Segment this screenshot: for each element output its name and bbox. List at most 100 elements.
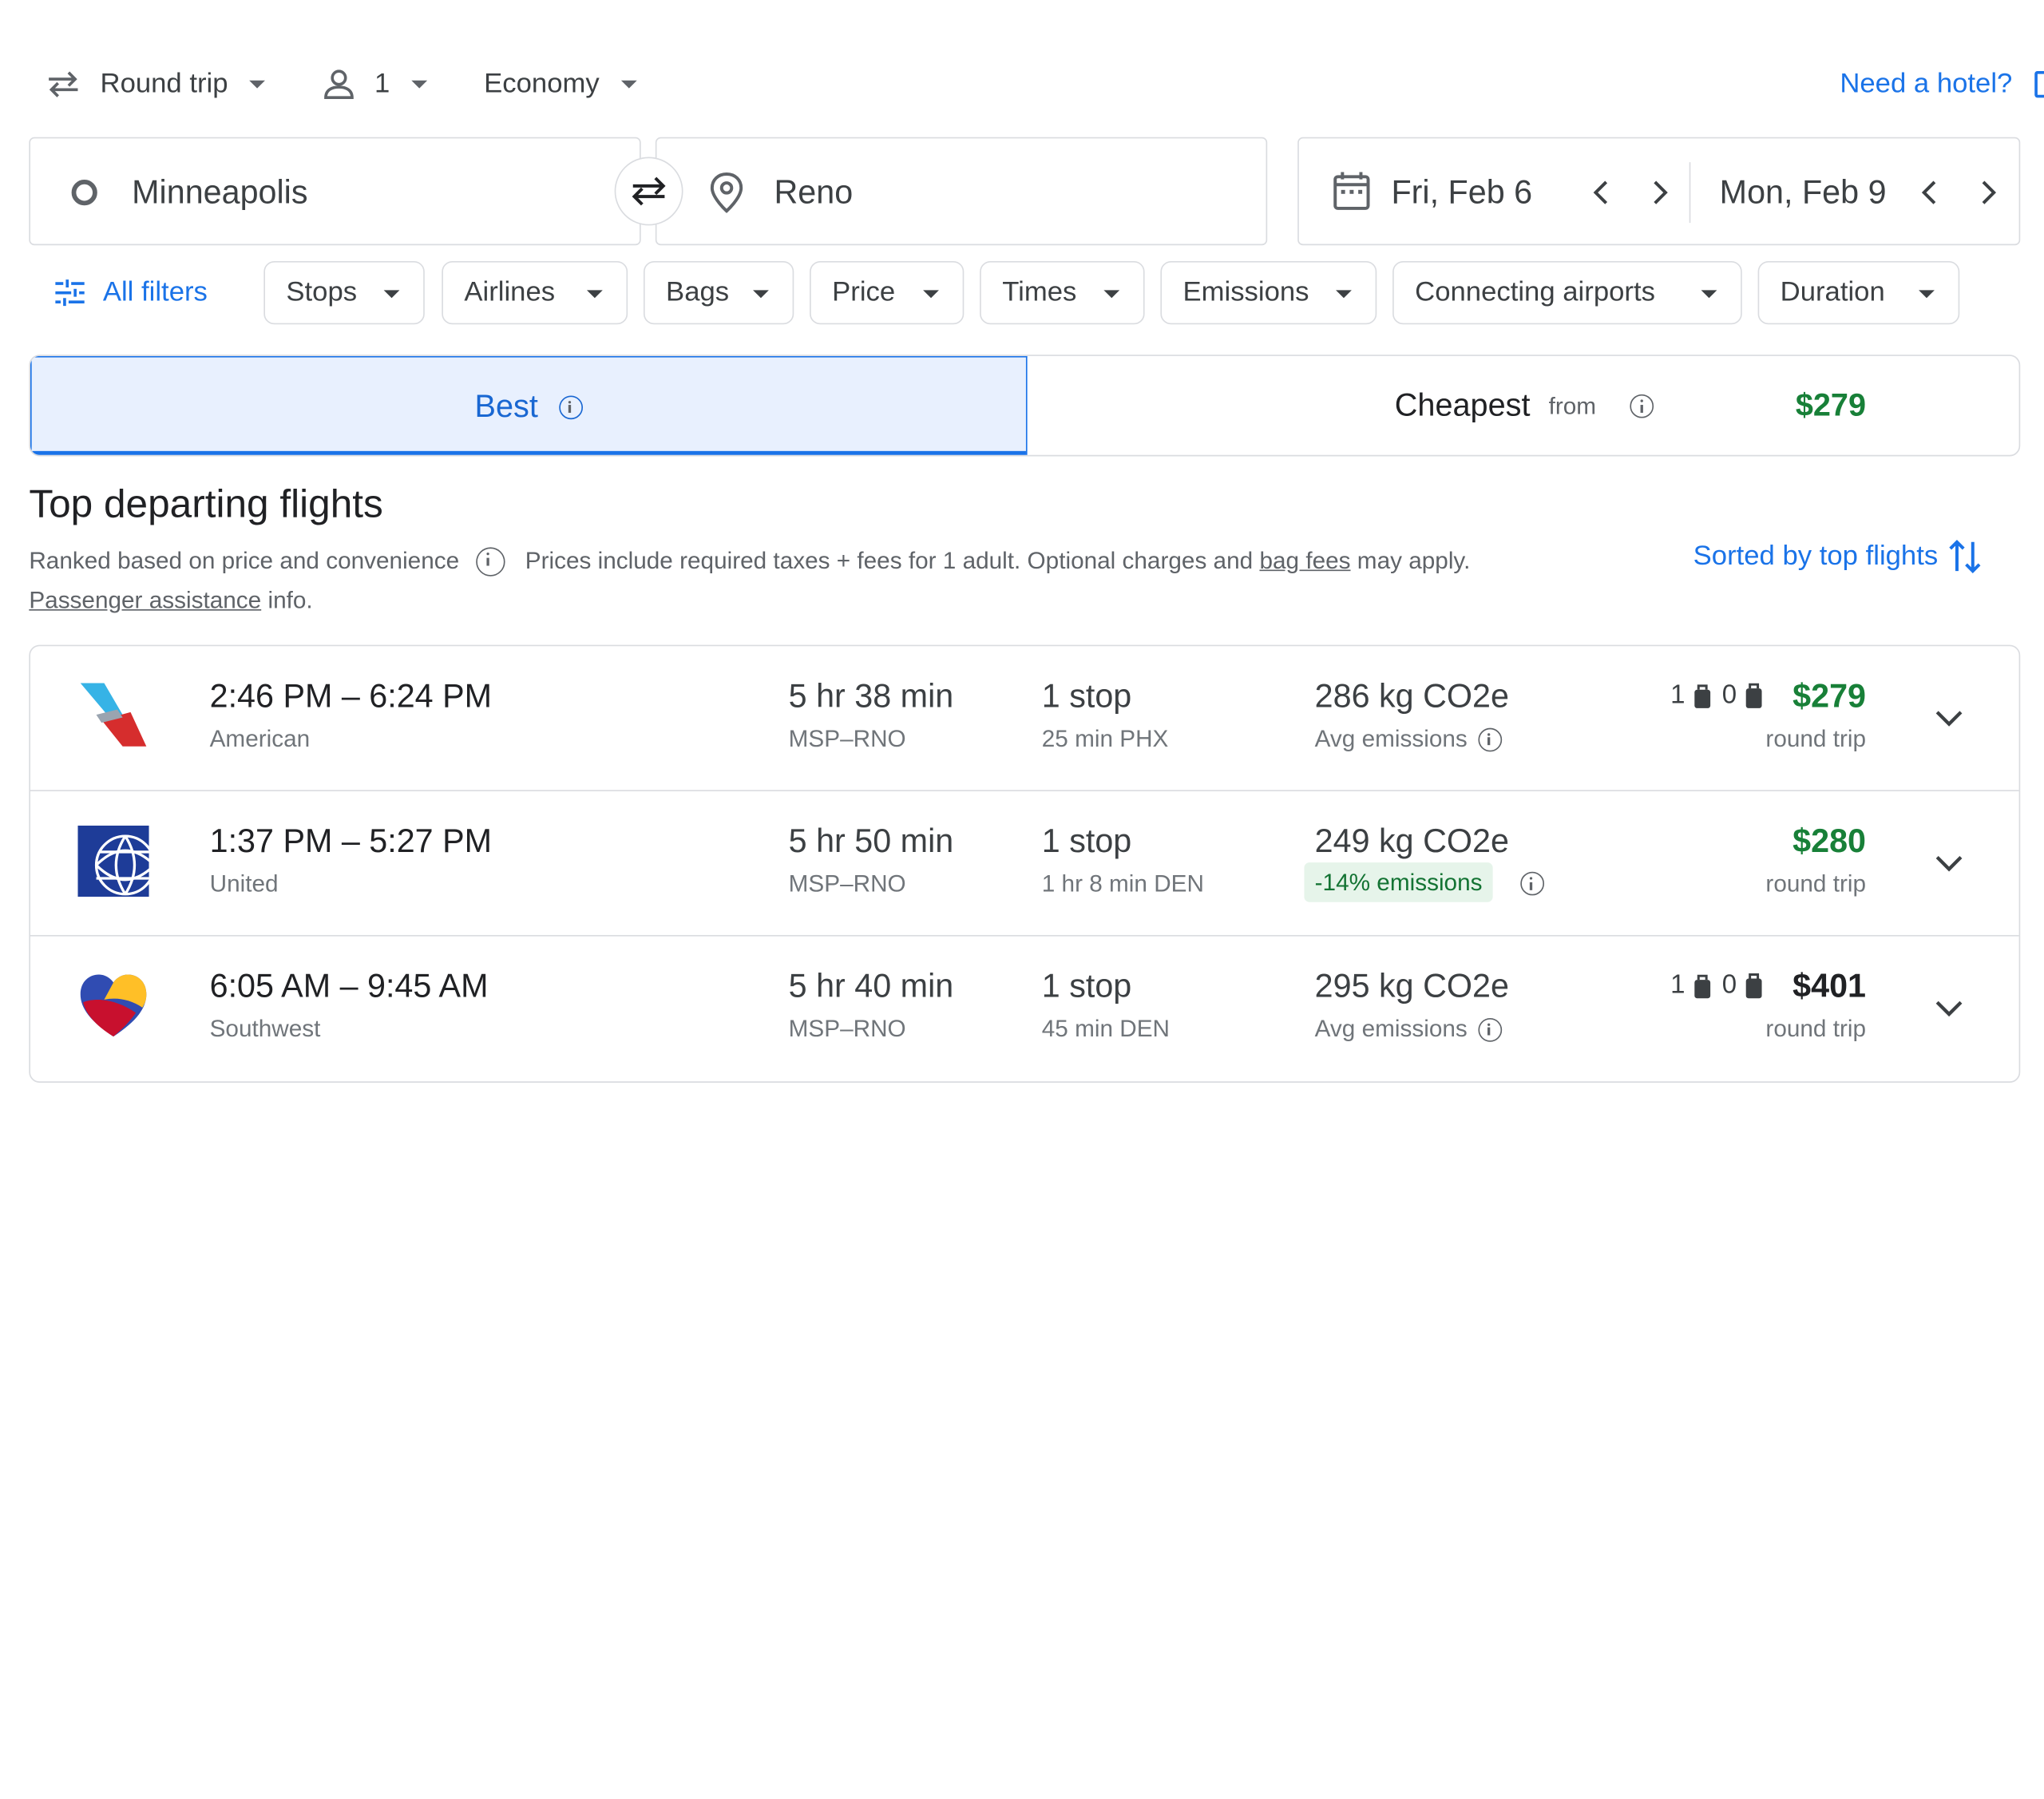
- sort-tabs: Best Cheapest from $279: [29, 355, 2021, 457]
- tab-best-label: Best: [474, 388, 538, 424]
- expand-flight-button[interactable]: [1929, 989, 1969, 1029]
- filter-price[interactable]: Price: [810, 261, 965, 325]
- flight-row[interactable]: 6:05 AM – 9:45 AM Southwest 5 hr 40 min …: [30, 937, 2019, 1082]
- chevron-down-icon: [410, 80, 427, 89]
- info-icon[interactable]: [1630, 394, 1654, 418]
- origin-field[interactable]: Minneapolis: [29, 137, 641, 246]
- flight-times: 1:37 PM – 5:27 PM: [209, 822, 493, 860]
- passenger-assistance-link[interactable]: Passenger assistance: [29, 587, 261, 613]
- baggage-info: 1 0: [1670, 680, 1763, 711]
- cabin-class-select[interactable]: Economy: [484, 58, 636, 111]
- flight-route: MSP–RNO: [788, 725, 906, 752]
- flight-stops: 1 stop: [1041, 677, 1132, 715]
- chevron-left-icon[interactable]: [1917, 176, 1943, 208]
- flight-price: $279: [1792, 677, 1867, 715]
- trip-type-label: round trip: [1765, 1015, 1867, 1042]
- tab-cheapest[interactable]: Cheapest from $279: [1028, 356, 2019, 455]
- tab-best[interactable]: Best: [30, 355, 1028, 455]
- filter-label: Bags: [666, 276, 730, 307]
- bag-fees-link[interactable]: bag fees: [1259, 547, 1350, 573]
- need-hotel-link[interactable]: Need a hotel?: [1840, 58, 2044, 111]
- depart-date[interactable]: Fri, Feb 6: [1391, 138, 1532, 246]
- trip-type-label: round trip: [1765, 725, 1867, 752]
- ranked-text: Ranked based on price and convenience: [29, 547, 460, 574]
- flight-row[interactable]: 1:37 PM – 5:27 PM United 5 hr 50 min MSP…: [30, 791, 2019, 937]
- filter-bags[interactable]: Bags: [643, 261, 794, 325]
- american-airlines-logo: [80, 683, 147, 747]
- trip-type-select[interactable]: Round trip: [45, 58, 265, 111]
- person-icon: [324, 69, 354, 100]
- flight-stops: 1 stop: [1041, 968, 1132, 1005]
- co2-amount: 286 kg CO2e: [1314, 677, 1509, 715]
- date-divider: [1689, 162, 1691, 224]
- flight-route: MSP–RNO: [788, 1015, 906, 1042]
- airline-name: Southwest: [209, 1015, 321, 1042]
- filter-airlines[interactable]: Airlines: [442, 261, 628, 325]
- chevron-down-icon: [1919, 290, 1935, 299]
- location-pin-icon: [710, 172, 743, 213]
- sort-button[interactable]: Sorted by top flights: [1693, 536, 1983, 578]
- flight-route: MSP–RNO: [788, 870, 906, 898]
- filter-connecting-airports[interactable]: Connecting airports: [1392, 261, 1742, 325]
- tab-selected-indicator: [31, 450, 1026, 455]
- filter-label: Duration: [1780, 276, 1885, 307]
- flight-duration: 5 hr 38 min: [788, 677, 954, 715]
- chevron-down-icon: [923, 290, 939, 299]
- cabin-class-label: Economy: [484, 68, 600, 99]
- filter-emissions[interactable]: Emissions: [1160, 261, 1377, 325]
- expand-flight-button[interactable]: [1929, 844, 1969, 884]
- chevron-down-icon: [383, 290, 400, 299]
- emissions-text: Avg emissions: [1314, 1015, 1468, 1042]
- filter-label: Connecting airports: [1415, 276, 1655, 307]
- tab-cheapest-price: $279: [1795, 387, 1867, 424]
- flight-times: 6:05 AM – 9:45 AM: [209, 968, 489, 1005]
- checked-bag-icon: [1745, 682, 1762, 708]
- chevron-down-icon: [753, 290, 769, 299]
- chevron-down-icon: [1935, 1001, 1963, 1017]
- chevron-down-icon: [1103, 290, 1120, 299]
- checked-bag-icon: [1745, 973, 1762, 998]
- sort-arrows-icon: [1948, 540, 1980, 573]
- filter-label: Emissions: [1182, 276, 1309, 307]
- southwest-airlines-logo: [80, 974, 147, 1037]
- sort-label: Sorted by top flights: [1693, 541, 1939, 572]
- info-icon[interactable]: [1520, 871, 1545, 896]
- expand-flight-button[interactable]: [1929, 699, 1969, 739]
- chevron-left-icon[interactable]: [1589, 176, 1615, 208]
- co2-amount: 295 kg CO2e: [1314, 968, 1509, 1005]
- flight-duration: 5 hr 40 min: [788, 968, 954, 1005]
- swap-origin-destination-button[interactable]: [614, 157, 683, 226]
- info-icon[interactable]: [1477, 1017, 1502, 1041]
- flight-stops: 1 stop: [1041, 822, 1132, 860]
- info-icon[interactable]: [476, 547, 505, 577]
- passengers-count: 1: [374, 68, 390, 99]
- info-icon[interactable]: [1477, 727, 1502, 751]
- airline-name: American: [209, 725, 311, 752]
- emissions-text: Avg emissions: [1314, 725, 1468, 752]
- filter-times[interactable]: Times: [980, 261, 1145, 325]
- chevron-down-icon: [1336, 290, 1352, 299]
- co2-amount: 249 kg CO2e: [1314, 822, 1509, 860]
- results-heading: Top departing flights: [29, 482, 383, 526]
- carry-on-bag-icon: [1694, 684, 1710, 708]
- open-in-new-icon: [2034, 71, 2044, 98]
- baggage-info: 1 0: [1670, 971, 1763, 1001]
- chevron-right-icon[interactable]: [1646, 176, 1672, 208]
- dates-field: Fri, Feb 6 Mon, Feb 9: [1297, 137, 2021, 246]
- flight-row[interactable]: 2:46 PM – 6:24 PM American 5 hr 38 min M…: [30, 646, 2019, 791]
- passengers-select[interactable]: 1: [322, 58, 427, 111]
- destination-value: Reno: [774, 174, 854, 212]
- flight-list: 2:46 PM – 6:24 PM American 5 hr 38 min M…: [29, 644, 2021, 1083]
- calendar-icon: [1333, 172, 1370, 210]
- emissions-badge: -14% emissions: [1304, 862, 1493, 902]
- prices-text: Prices include required taxes + fees for…: [525, 547, 1254, 574]
- trip-options-bar: Round trip 1 Economy Need a hotel?: [45, 58, 2044, 111]
- return-date[interactable]: Mon, Feb 9: [1720, 138, 1887, 246]
- all-filters-button[interactable]: All filters: [53, 261, 208, 324]
- info-icon[interactable]: [559, 394, 584, 419]
- info-text: info.: [267, 586, 313, 613]
- filter-duration[interactable]: Duration: [1757, 261, 1960, 325]
- destination-field[interactable]: Reno: [655, 137, 1268, 246]
- filter-stops[interactable]: Stops: [263, 261, 425, 325]
- chevron-right-icon[interactable]: [1974, 176, 2000, 208]
